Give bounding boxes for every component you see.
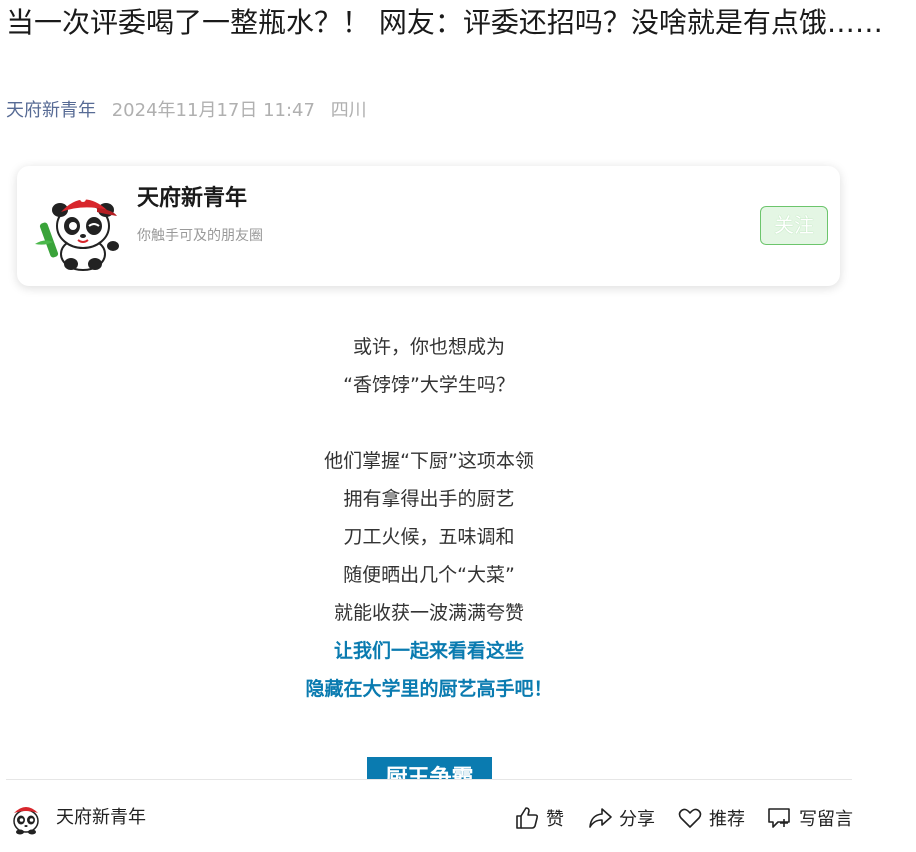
share-arrow-icon: [589, 808, 612, 828]
article-page: 当一次评委喝了一整瓶水？！ 网友：评委还招吗？没啥就是有点饿…… 天府新青年 2…: [0, 0, 916, 852]
body-line: 让我们一起来看看这些: [333, 640, 524, 662]
article-title: 当一次评委喝了一整瓶水？！ 网友：评委还招吗？没啥就是有点饿……: [6, 6, 883, 39]
body-line: 拥有拿得出手的厨艺: [343, 488, 515, 510]
article-meta: 天府新青年 2024年11月17日 11:47 四川: [6, 98, 367, 124]
comment-label: 写留言: [799, 809, 853, 830]
account-card[interactable]: 天府新青年 你触手可及的朋友圈 关注: [17, 166, 840, 286]
body-line: 刀工火候，五味调和: [343, 526, 515, 548]
publish-location: 四川: [330, 100, 367, 121]
body-line: 随便晒出几个“大菜”: [343, 564, 515, 586]
recommend-button[interactable]: 推荐: [677, 803, 745, 833]
body-line: 隐藏在大学里的厨艺高手吧！: [305, 678, 553, 700]
publish-date: 2024年11月17日 11:47: [111, 100, 315, 121]
article-body: 或许，你也想成为 “香饽饽”大学生吗？ 他们掌握“下厨”这项本领 拥有拿得出手的厨艺刀…: [0, 328, 858, 708]
heart-icon: [678, 808, 702, 828]
comment-add-icon: [768, 808, 790, 828]
panda-avatar-icon[interactable]: [8, 799, 44, 835]
divider: [6, 779, 852, 780]
like-label: 赞: [546, 809, 564, 830]
thumbs-up-icon: [516, 807, 539, 829]
author-link[interactable]: 天府新青年: [6, 100, 96, 121]
body-line: 就能收获一波满满夸赞: [333, 602, 524, 624]
bottom-action-bar: 天府新青年 赞 分享 推荐 写留言: [0, 779, 916, 852]
body-line: “香饽饽”大学生吗？: [343, 374, 515, 396]
recommend-label: 推荐: [709, 809, 745, 830]
comment-button[interactable]: 写留言: [767, 803, 853, 833]
body-line: 他们掌握“下厨”这项本领: [324, 450, 534, 472]
body-line: 或许，你也想成为: [352, 336, 505, 358]
account-slogan: 你触手可及的朋友圈: [137, 228, 263, 244]
account-name: 天府新青年: [137, 186, 248, 211]
follow-button[interactable]: 关注: [760, 206, 828, 245]
like-button[interactable]: 赞: [514, 803, 564, 833]
share-button[interactable]: 分享: [587, 803, 655, 833]
panda-mascot-icon: [35, 196, 119, 271]
share-label: 分享: [619, 809, 655, 830]
bottom-account-name[interactable]: 天府新青年: [56, 805, 146, 831]
